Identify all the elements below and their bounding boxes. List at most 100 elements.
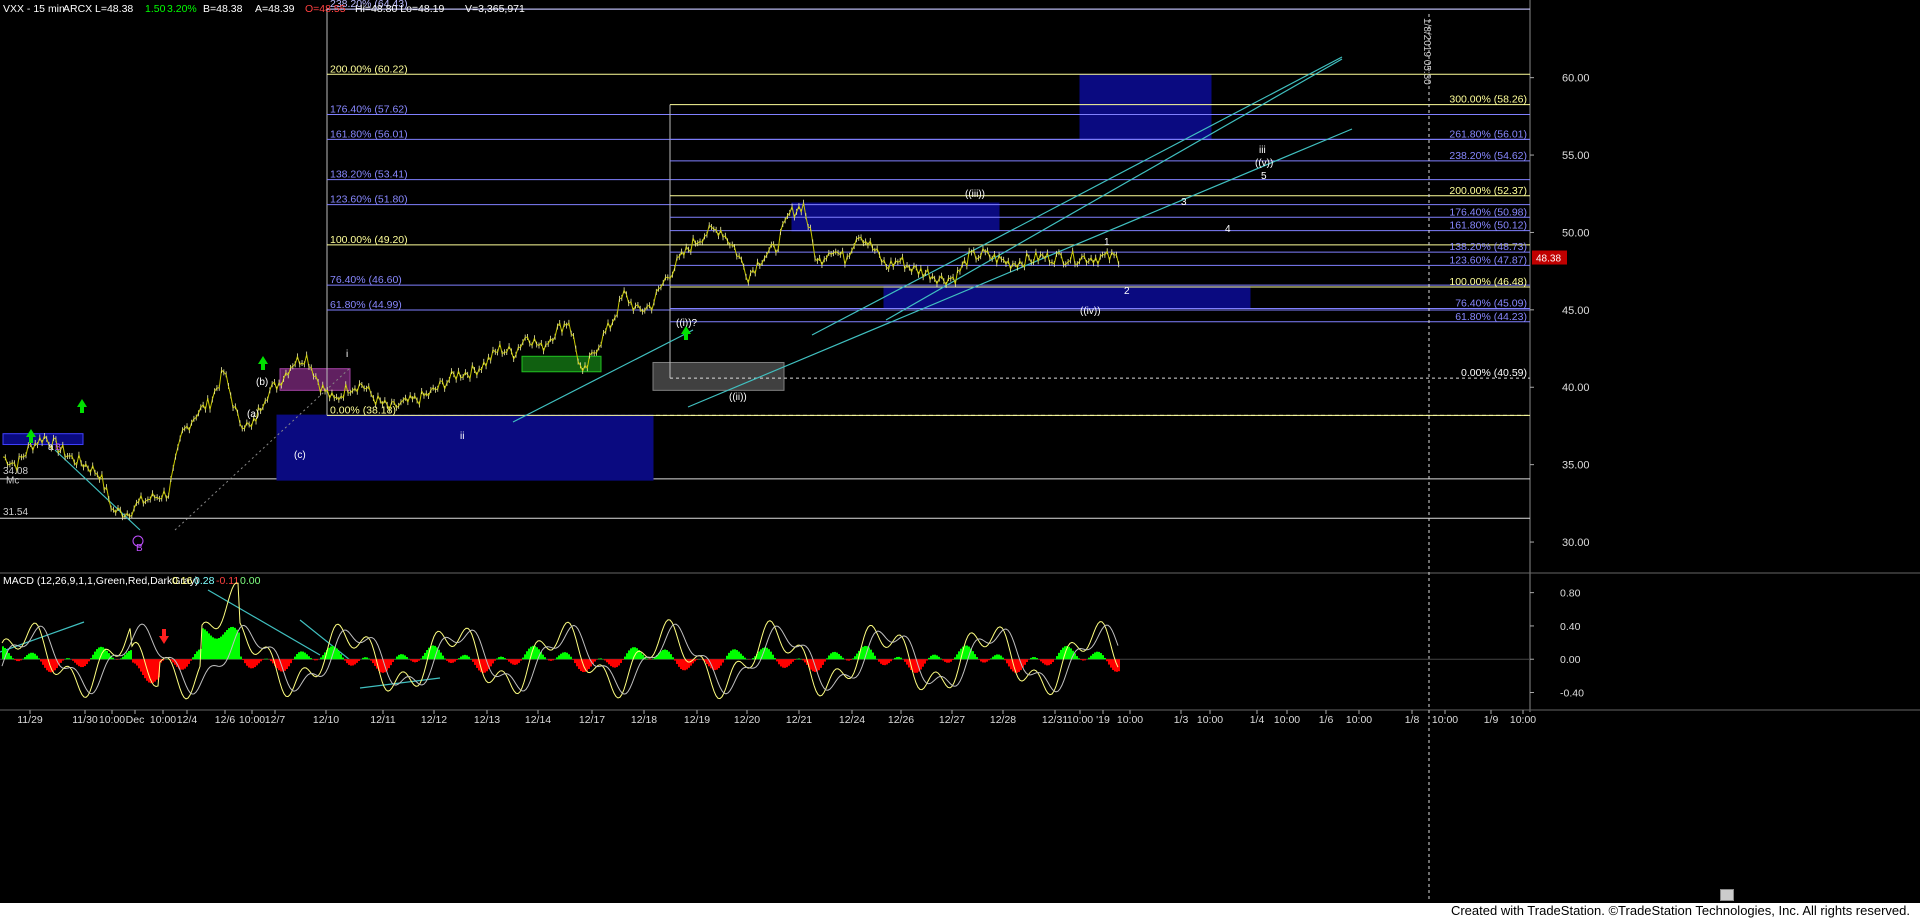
y-tick-label: 30.00 — [1562, 537, 1590, 549]
fib-level-label: 76.40% (46.60) — [330, 274, 402, 286]
macd-histogram-bar — [316, 659, 318, 661]
macd-histogram-bar — [1000, 655, 1002, 660]
macd-histogram-bar — [254, 659, 256, 668]
macd-histogram-bar — [1096, 651, 1098, 660]
macd-histogram-bar — [66, 658, 68, 660]
macd-histogram-bar — [1098, 651, 1100, 660]
macd-histogram-bar — [1080, 659, 1082, 660]
macd-histogram-bar — [460, 656, 462, 660]
macd-histogram-bar — [666, 650, 668, 660]
macd-histogram-bar — [628, 650, 630, 660]
macd-histogram-bar — [246, 659, 248, 666]
macd-histogram-bar — [1094, 652, 1096, 660]
macd-histogram-bar — [294, 656, 296, 660]
macd-histogram-bar — [966, 645, 968, 660]
fib-level-label: 161.80% (50.12) — [1449, 220, 1527, 232]
macd-histogram-bar — [442, 655, 444, 660]
macd-histogram-bar — [948, 659, 950, 663]
macd-histogram-bar — [880, 659, 882, 664]
macd-histogram-bar — [338, 651, 340, 660]
fib-level-label: 100.00% (49.20) — [330, 234, 408, 246]
x-tick-label: 12/10 — [313, 714, 339, 726]
macd-histogram-bar — [302, 651, 304, 660]
macd-histogram-bar — [498, 657, 500, 660]
header-field: VXX - 15 min — [3, 3, 65, 15]
macd-histogram-bar — [946, 659, 948, 663]
macd-histogram-bar — [42, 659, 44, 665]
macd-histogram-bar — [944, 659, 946, 662]
wave-label: 5 — [1261, 171, 1267, 182]
macd-histogram-bar — [822, 659, 824, 665]
macd-histogram-bar — [1010, 659, 1012, 670]
left-wave-label: Mc — [6, 476, 19, 487]
macd-histogram-bar — [674, 659, 676, 661]
macd-histogram-bar — [484, 659, 486, 673]
macd-histogram-bar — [210, 635, 212, 660]
macd-histogram-bar — [898, 656, 900, 660]
macd-histogram-bar — [934, 654, 936, 660]
macd-histogram-bar — [774, 658, 776, 660]
macd-value: 0.16 — [172, 575, 193, 587]
fib-level-label: 76.40% (45.09) — [1455, 297, 1527, 309]
macd-histogram-bar — [940, 658, 942, 660]
macd-histogram-bar — [36, 655, 38, 660]
header-field: O=48.55 — [305, 3, 346, 15]
macd-histogram-bar — [380, 659, 382, 673]
macd-histogram-bar — [576, 659, 578, 667]
macd-histogram-bar — [758, 651, 760, 660]
macd-histogram-bar — [438, 649, 440, 660]
macd-histogram-bar — [766, 647, 768, 660]
macd-histogram-bar — [514, 659, 516, 665]
macd-histogram-bar — [626, 653, 628, 660]
zone-box — [1079, 74, 1212, 141]
macd-histogram-bar — [440, 652, 442, 660]
scrollbar-thumb[interactable] — [1720, 889, 1734, 901]
macd-histogram-bar — [932, 654, 934, 660]
macd-histogram-bar — [624, 656, 626, 660]
x-tick-label: 10:00 — [1117, 714, 1143, 726]
macd-histogram-bar — [752, 658, 754, 660]
macd-histogram-bar — [350, 659, 352, 666]
wave-label: ((v)) — [1255, 158, 1273, 169]
macd-histogram-bar — [976, 657, 978, 660]
x-tick-label: 10:00 — [99, 714, 125, 726]
macd-histogram-bar — [30, 652, 32, 660]
macd-histogram-bar — [194, 654, 196, 660]
macd-histogram-bar — [424, 652, 426, 660]
macd-histogram-bar — [92, 654, 94, 660]
channel-line — [687, 128, 1353, 408]
macd-histogram-bar — [422, 655, 424, 660]
macd-histogram-bar — [1104, 657, 1106, 660]
macd-histogram-bar — [882, 659, 884, 665]
macd-histogram-bar — [956, 654, 958, 660]
macd-histogram-bar — [296, 654, 298, 660]
macd-histogram-bar — [96, 649, 98, 660]
macd-histogram-bar — [544, 657, 546, 660]
macd-histogram-bar — [20, 659, 22, 661]
macd-histogram-bar — [614, 659, 616, 668]
fib-level-label: 176.40% (57.62) — [330, 103, 408, 115]
macd-histogram-bar — [464, 654, 466, 660]
macd-histogram-bar — [744, 657, 746, 660]
macd-histogram-bar — [832, 652, 834, 660]
macd-histogram-bar — [392, 659, 394, 662]
macd-histogram-bar — [10, 655, 12, 660]
macd-histogram-bar — [818, 659, 820, 671]
macd-histogram-bar — [396, 656, 398, 660]
macd-histogram-bar — [776, 659, 778, 662]
macd-histogram-bar — [804, 659, 806, 663]
macd-histogram-bar — [354, 659, 356, 665]
macd-histogram-bar — [672, 657, 674, 660]
fib-level-label: 138.20% (53.41) — [330, 169, 408, 181]
macd-histogram-bar — [156, 659, 158, 680]
macd-histogram-bar — [594, 659, 596, 662]
macd-histogram-bar — [138, 659, 140, 669]
macd-histogram-bar — [134, 659, 136, 664]
macd-histogram-bar — [574, 659, 576, 664]
header-field: V=3,365,971 — [465, 3, 525, 15]
macd-histogram-bar — [220, 636, 222, 660]
macd-line — [1, 582, 1119, 700]
x-tick-label: 10:00 — [1067, 714, 1093, 726]
macd-histogram-bar — [496, 658, 498, 660]
macd-histogram-bar — [972, 651, 974, 660]
